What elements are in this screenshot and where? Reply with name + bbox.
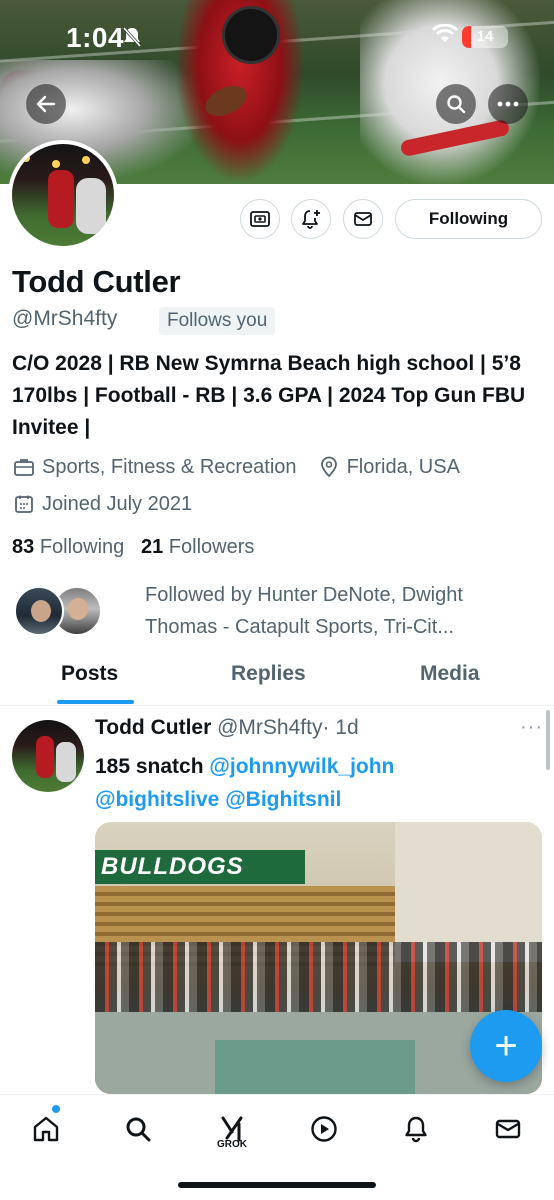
search-button[interactable] [436, 84, 476, 124]
following-link[interactable]: 83 Following [12, 536, 124, 558]
post-more-icon[interactable]: ··· [520, 716, 543, 739]
following-label: Following [39, 536, 125, 558]
following-count: 83 [12, 536, 35, 558]
search-icon [447, 95, 466, 114]
shop-icon [250, 211, 270, 227]
tab-active-indicator [57, 700, 134, 704]
back-button[interactable] [26, 84, 66, 124]
post-mention[interactable]: @Bighitsnil [225, 788, 341, 811]
avatar-stadium-lights [22, 154, 30, 162]
shop-button[interactable] [240, 199, 280, 239]
message-button[interactable] [343, 199, 383, 239]
battery-indicator: 14 [462, 26, 508, 48]
post-mention[interactable]: @bighitslive [95, 788, 219, 811]
profile-name: Todd Cutler [12, 264, 181, 299]
profile-stats: 83 Following 21 Followers [12, 536, 254, 559]
post-body: 185 snatch [95, 755, 204, 778]
post-author-name[interactable]: Todd Cutler [95, 716, 211, 739]
calendar-icon [12, 492, 36, 516]
avatar [14, 586, 64, 636]
profile-tabs: Posts Replies Media [0, 652, 554, 706]
post-text: 185 snatch @johnnywilk_john @bighitslive… [95, 750, 535, 816]
tab-posts[interactable]: Posts [61, 662, 118, 686]
nav-notifications[interactable] [396, 1109, 436, 1149]
grok-label: GROK [217, 1139, 247, 1150]
post-header: Todd Cutler @MrSh4fty· 1d [95, 716, 359, 740]
profile-meta-row: Sports, Fitness & Recreation Florida, US… [12, 455, 460, 479]
post-author-avatar[interactable] [12, 720, 84, 792]
video-gym-banner: BULLDOGS [95, 850, 305, 884]
following-button[interactable]: Following [395, 199, 542, 239]
battery-level: 14 [476, 28, 494, 45]
profile-joined-row: Joined July 2021 [12, 492, 192, 516]
wifi-icon [431, 23, 459, 50]
video-gym-wall [395, 822, 542, 962]
avatar-player-white [76, 178, 106, 234]
nav-notification-dot [52, 1105, 60, 1113]
bell-icon [405, 1116, 427, 1143]
post-mention[interactable]: @johnnywilk_john [209, 755, 394, 778]
avatar-face [68, 598, 88, 620]
avatar-player-red [48, 170, 74, 228]
followers-label: Followers [168, 536, 255, 558]
tab-media[interactable]: Media [420, 662, 480, 686]
avatar-player-red [36, 736, 54, 778]
notify-button[interactable] [291, 199, 331, 239]
nav-video[interactable] [304, 1109, 344, 1149]
bell-slash-icon [122, 26, 142, 54]
briefcase-icon [12, 455, 36, 479]
mail-icon [495, 1119, 521, 1139]
profile-bio: C/O 2028 | RB New Symrna Beach high scho… [12, 352, 526, 439]
more-button[interactable] [488, 84, 528, 124]
status-bar: 1:04 14 [0, 0, 554, 76]
mail-icon [354, 212, 372, 226]
avatar-player-white [56, 742, 76, 782]
nav-search[interactable] [118, 1109, 158, 1149]
status-time: 1:04 [66, 22, 125, 53]
follows-you-badge: Follows you [159, 307, 276, 335]
post-author-handle[interactable]: @MrSh4fty [217, 716, 322, 739]
arrow-left-icon [36, 95, 56, 113]
profile-category[interactable]: Sports, Fitness & Recreation [42, 456, 297, 479]
bell-plus-icon [302, 210, 320, 229]
home-icon [33, 1116, 59, 1142]
profile-joined: Joined July 2021 [42, 492, 193, 515]
tab-replies[interactable]: Replies [231, 662, 306, 686]
followed-by-text[interactable]: Followed by Hunter DeNote, Dwight Thomas… [145, 579, 540, 643]
scrollbar[interactable] [546, 710, 550, 770]
followers-count: 21 [140, 536, 164, 558]
avatar-face [31, 600, 51, 622]
location-pin-icon [317, 455, 341, 479]
nav-messages[interactable] [488, 1109, 528, 1149]
profile-location-group: Florida, USA [317, 455, 460, 479]
followed-by-avatars[interactable] [14, 586, 104, 638]
video-lifting-platform [215, 1040, 415, 1094]
home-indicator[interactable] [178, 1182, 376, 1188]
video-crowd [95, 942, 542, 1022]
more-horizontal-icon [497, 101, 519, 107]
nav-home[interactable] [26, 1109, 66, 1149]
post-time: · 1d [322, 716, 359, 739]
followers-link[interactable]: 21 Followers [141, 536, 254, 558]
profile-location: Florida, USA [346, 455, 460, 478]
profile-handle: @MrSh4fty [12, 307, 118, 330]
play-icon [311, 1116, 337, 1142]
search-icon [126, 1117, 151, 1142]
compose-post-button[interactable]: + [470, 1010, 542, 1082]
profile-avatar[interactable] [8, 140, 118, 250]
